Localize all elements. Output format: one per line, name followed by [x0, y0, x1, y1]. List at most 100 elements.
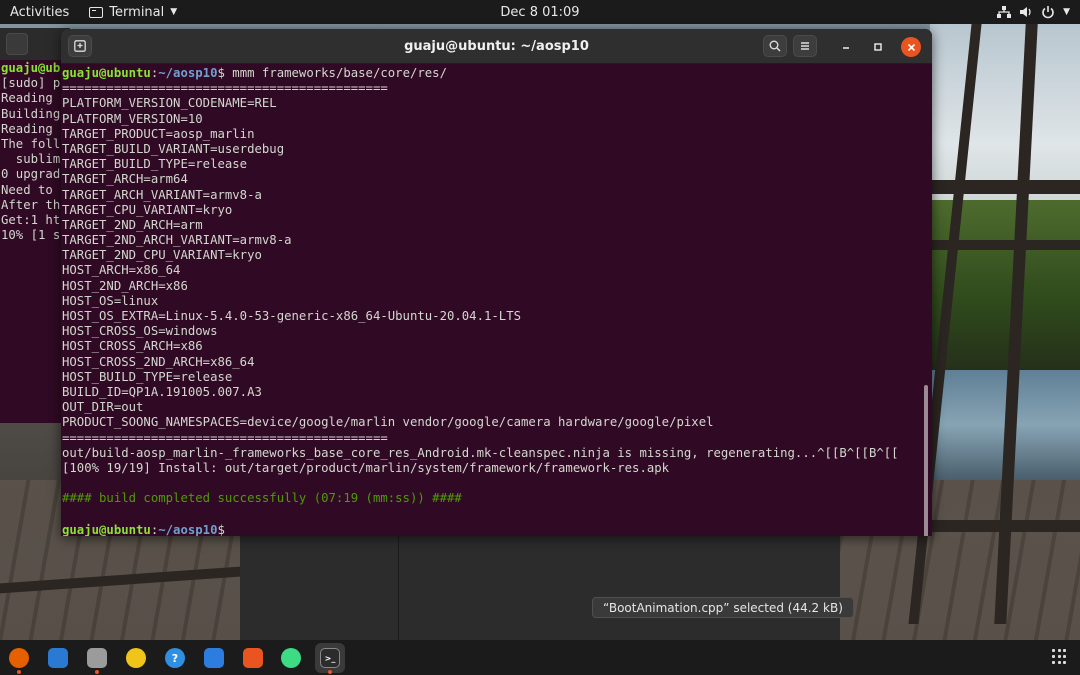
dock: ? >_	[0, 640, 1080, 675]
dock-item-help[interactable]: ?	[160, 643, 190, 673]
minimize-button[interactable]	[836, 37, 856, 57]
output-line: PLATFORM_VERSION=10	[62, 111, 203, 126]
background-terminal-output: guaju@ubu [sudo] p Reading Building Reading…	[0, 60, 70, 243]
output-line: HOST_2ND_ARCH=x86	[62, 278, 188, 293]
system-menu[interactable]: ▼	[997, 0, 1070, 24]
output-line: TARGET_ARCH=arm64	[62, 172, 188, 187]
output-line: TARGET_2ND_ARCH=arm	[62, 217, 203, 232]
output-line: HOST_OS=linux	[62, 293, 159, 308]
background-terminal-line: 0 upgrad	[1, 167, 61, 182]
output-line: TARGET_ARCH_VARIANT=armv8-a	[62, 187, 262, 202]
files-window[interactable]	[240, 536, 840, 640]
running-indicator	[95, 670, 99, 674]
files-icon	[87, 648, 107, 668]
firefox-icon	[9, 648, 29, 668]
output-line: HOST_CROSS_ARCH=x86	[62, 339, 203, 354]
output-line: ========================================…	[62, 430, 388, 445]
background-terminal-line: Building	[1, 106, 61, 121]
output-line: HOST_OS_EXTRA=Linux-5.4.0-53-generic-x86…	[62, 309, 522, 323]
new-tab-button[interactable]	[6, 33, 28, 55]
power-icon	[1042, 6, 1054, 19]
rhythmbox-icon	[126, 648, 146, 668]
terminal-window[interactable]: guaju@ubuntu: ~/aosp10 guaju@ubuntu:~/ao…	[61, 29, 932, 536]
output-line: out/build-aosp_marlin-_frameworks_base_c…	[62, 445, 899, 460]
app-menu[interactable]: Terminal ▼	[89, 5, 177, 20]
output-line: TARGET_CPU_VARIANT=kryo	[62, 202, 233, 217]
output-line: TARGET_2ND_ARCH_VARIANT=armv8-a	[62, 233, 292, 248]
menu-button[interactable]	[793, 35, 817, 57]
terminal-header-bar[interactable]: guaju@ubuntu: ~/aosp10	[61, 29, 932, 64]
output-line: OUT_DIR=out	[62, 400, 144, 415]
background-terminal-line: [sudo] p	[1, 76, 61, 91]
current-prompt: guaju@ubuntu:~/aosp10$	[62, 522, 932, 536]
output-line: PRODUCT_SOONG_NAMESPACES=device/google/m…	[62, 415, 714, 430]
background-terminal-line: Reading	[1, 91, 61, 106]
minimize-icon	[843, 47, 849, 49]
dock-item-software-center[interactable]	[238, 643, 268, 673]
background-terminal-line: Need to	[1, 182, 61, 197]
background-terminal-line: The foll	[1, 137, 61, 152]
top-bar: Activities Terminal ▼ Dec 8 01:09 ▼	[0, 0, 1080, 24]
activities-button[interactable]: Activities	[0, 5, 79, 20]
dock-item-android-studio[interactable]	[276, 643, 306, 673]
chevron-down-icon: ▼	[1063, 7, 1070, 17]
libreoffice-writer-icon	[204, 648, 224, 668]
android-studio-icon	[281, 648, 301, 668]
dock-item-rhythmbox[interactable]	[121, 643, 151, 673]
output-line: HOST_BUILD_TYPE=release	[62, 369, 233, 384]
help-icon: ?	[165, 648, 185, 668]
close-icon	[907, 43, 915, 51]
divider	[398, 536, 399, 640]
background-terminal-window[interactable]: guaju@ubu [sudo] p Reading Building Reading…	[0, 28, 70, 423]
new-tab-button[interactable]	[68, 35, 92, 57]
output-line: TARGET_PRODUCT=aosp_marlin	[62, 126, 255, 141]
output-line: HOST_CROSS_OS=windows	[62, 324, 218, 339]
thunderbird-icon	[48, 648, 68, 668]
clock[interactable]: Dec 8 01:09	[500, 5, 579, 20]
running-indicator	[17, 670, 21, 674]
output-line: PLATFORM_VERSION_CODENAME=REL	[62, 96, 277, 111]
output-line: HOST_ARCH=x86_64	[62, 263, 181, 278]
output-line: HOST_CROSS_2ND_ARCH=x86_64	[62, 354, 255, 369]
output-line: BUILD_ID=QP1A.191005.007.A3	[62, 384, 262, 399]
hamburger-menu-icon	[801, 42, 809, 50]
app-menu-label: Terminal	[109, 4, 165, 20]
chevron-down-icon: ▼	[170, 7, 178, 17]
search-icon	[769, 40, 781, 52]
scrollbar[interactable]	[924, 385, 928, 536]
close-button[interactable]	[901, 37, 921, 57]
volume-icon	[1020, 7, 1031, 17]
background-terminal-line: sublim	[1, 152, 61, 167]
dock-item-thunderbird[interactable]	[43, 643, 73, 673]
running-indicator	[328, 670, 332, 674]
output-line: TARGET_BUILD_TYPE=release	[62, 157, 248, 172]
dock-item-terminal[interactable]: >_	[315, 643, 345, 674]
dock-item-firefox[interactable]	[4, 643, 34, 674]
background-terminal-line: After th	[1, 197, 61, 212]
software-center-icon	[243, 648, 263, 668]
maximize-icon	[874, 43, 882, 51]
output-line: TARGET_BUILD_VARIANT=userdebug	[62, 141, 285, 156]
search-button[interactable]	[763, 35, 787, 57]
background-terminal-line: Reading	[1, 121, 61, 136]
show-applications-icon[interactable]	[1052, 649, 1068, 665]
selection-status: “BootAnimation.cpp” selected (44.2 kB)	[592, 597, 854, 618]
dock-item-libreoffice-writer[interactable]	[199, 643, 229, 673]
new-tab-icon	[74, 40, 86, 52]
build-success-message: #### build completed successfully (07:19…	[62, 491, 462, 506]
maximize-button[interactable]	[868, 37, 888, 57]
terminal-icon: >_	[320, 648, 340, 668]
output-line: [100% 19/19] Install: out/target/product…	[62, 460, 670, 475]
command-line: guaju@ubuntu:~/aosp10$ mmm frameworks/ba…	[62, 66, 447, 80]
dock-item-files[interactable]	[82, 643, 112, 674]
terminal-app-icon	[89, 6, 104, 18]
background-terminal-line: 10% [1 s	[1, 228, 61, 243]
output-line: TARGET_2ND_CPU_VARIANT=kryo	[62, 248, 262, 263]
terminal-output[interactable]: guaju@ubuntu:~/aosp10$ mmm frameworks/ba…	[61, 65, 932, 536]
network-icon	[997, 6, 1012, 18]
output-line: ========================================…	[62, 81, 388, 96]
background-terminal-line: Get:1 ht	[1, 213, 61, 228]
background-terminal-line: guaju@ubu	[1, 61, 68, 75]
